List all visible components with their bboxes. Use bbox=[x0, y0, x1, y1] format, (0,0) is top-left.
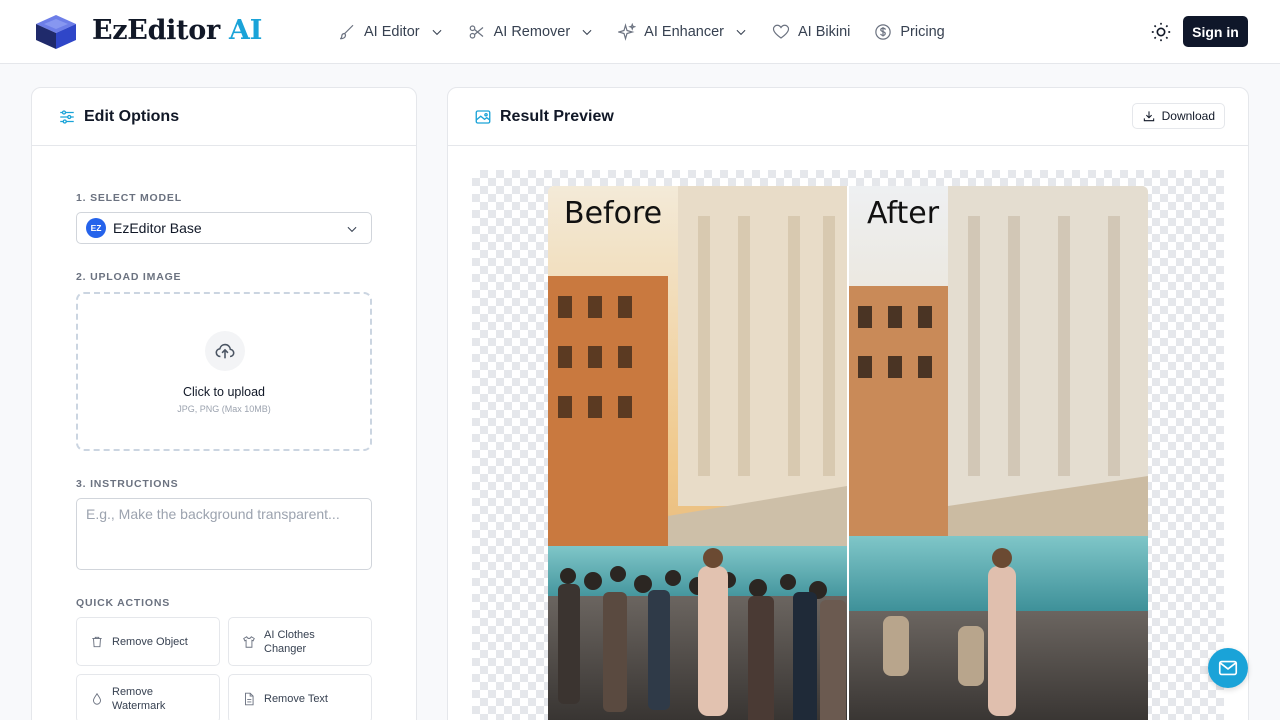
nav-label: AI Editor bbox=[364, 24, 420, 40]
image-icon bbox=[475, 109, 491, 124]
file-text-icon bbox=[245, 692, 254, 705]
upload-icon-wrap bbox=[205, 331, 245, 371]
after-label: After bbox=[867, 196, 940, 231]
main-nav: AI Editor AI Remover AI Enhancer AI Biki… bbox=[338, 18, 969, 46]
download-button[interactable]: Download bbox=[1131, 103, 1225, 129]
cloud-upload-icon bbox=[215, 343, 235, 359]
quick-action-label: Remove Watermark bbox=[112, 685, 166, 712]
ai-clothes-changer-button[interactable]: AI Clothes Changer bbox=[228, 617, 372, 666]
download-label: Download bbox=[1161, 109, 1215, 123]
brand-name: EzEditor AI bbox=[92, 15, 263, 46]
brand-logo[interactable]: EzEditor AI bbox=[34, 13, 262, 51]
sign-in-button[interactable]: Sign in bbox=[1183, 16, 1248, 47]
instructions-label: 3. INSTRUCTIONS bbox=[76, 478, 179, 490]
chevron-down-icon bbox=[582, 29, 592, 36]
brush-icon bbox=[339, 24, 354, 40]
nav-label: AI Remover bbox=[493, 24, 571, 40]
panel-title: Edit Options bbox=[84, 107, 180, 125]
edit-options-header: Edit Options bbox=[32, 88, 416, 146]
nav-ai-remover[interactable]: AI Remover bbox=[468, 23, 595, 41]
edit-options-panel: Edit Options 1. SELECT MODEL EZ EzEditor… bbox=[31, 87, 417, 720]
upload-hint: JPG, PNG (Max 10MB) bbox=[177, 404, 271, 414]
upload-image-label: 2. UPLOAD IMAGE bbox=[76, 271, 182, 283]
selected-model: EzEditor Base bbox=[113, 220, 202, 236]
top-header: EzEditor AI AI Editor AI Remover AI Enha… bbox=[0, 0, 1280, 64]
remove-object-button[interactable]: Remove Object bbox=[76, 617, 220, 666]
upload-dropzone[interactable]: Click to upload JPG, PNG (Max 10MB) bbox=[76, 292, 372, 451]
before-label: Before bbox=[564, 196, 663, 231]
remove-watermark-button[interactable]: Remove Watermark bbox=[76, 674, 220, 720]
mail-icon bbox=[1218, 660, 1238, 676]
scissors-icon bbox=[469, 25, 483, 39]
shirt-icon bbox=[243, 635, 255, 648]
sparkles-icon bbox=[618, 23, 637, 41]
nav-pricing[interactable]: Pricing bbox=[874, 23, 945, 41]
instructions-input[interactable] bbox=[76, 498, 372, 570]
ez-model-badge: EZ bbox=[86, 218, 106, 238]
quick-action-label: AI Clothes Changer bbox=[264, 628, 315, 655]
droplet-icon bbox=[93, 692, 101, 705]
quick-actions-label: QUICK ACTIONS bbox=[76, 597, 171, 609]
sliders-icon bbox=[60, 109, 74, 124]
dollar-circle-icon bbox=[875, 24, 892, 40]
upload-text: Click to upload bbox=[183, 385, 265, 399]
nav-label: AI Enhancer bbox=[644, 24, 724, 40]
theme-toggle-button[interactable] bbox=[1150, 21, 1172, 43]
heart-icon bbox=[772, 24, 790, 39]
panel-title: Result Preview bbox=[500, 107, 614, 125]
sun-icon bbox=[1151, 22, 1171, 42]
nav-ai-bikini[interactable]: AI Bikini bbox=[772, 23, 850, 41]
contact-mail-button[interactable] bbox=[1208, 648, 1248, 688]
chevron-down-icon bbox=[347, 226, 357, 233]
nav-label: Pricing bbox=[900, 24, 945, 40]
cube-logo-icon bbox=[36, 15, 76, 49]
before-after-image[interactable]: Before After bbox=[548, 186, 1148, 720]
download-icon bbox=[1143, 111, 1154, 122]
quick-action-label: Remove Object bbox=[112, 635, 188, 648]
chevron-down-icon bbox=[432, 29, 442, 36]
preview-canvas: Before After bbox=[472, 170, 1224, 720]
quick-action-label: Remove Text bbox=[264, 692, 328, 705]
nav-ai-editor[interactable]: AI Editor bbox=[338, 23, 444, 41]
trevi-fountain-photo bbox=[548, 186, 1148, 720]
nav-label: AI Bikini bbox=[797, 24, 851, 40]
result-preview-panel: Result Preview Download Before After bbox=[447, 87, 1249, 720]
nav-ai-enhancer[interactable]: AI Enhancer bbox=[618, 23, 748, 41]
result-preview-header: Result Preview Download bbox=[448, 88, 1248, 146]
remove-text-button[interactable]: Remove Text bbox=[228, 674, 372, 720]
select-model-label: 1. SELECT MODEL bbox=[76, 192, 182, 204]
trash-icon bbox=[92, 636, 102, 647]
model-select[interactable]: EZ EzEditor Base bbox=[76, 212, 372, 244]
chevron-down-icon bbox=[736, 29, 746, 36]
